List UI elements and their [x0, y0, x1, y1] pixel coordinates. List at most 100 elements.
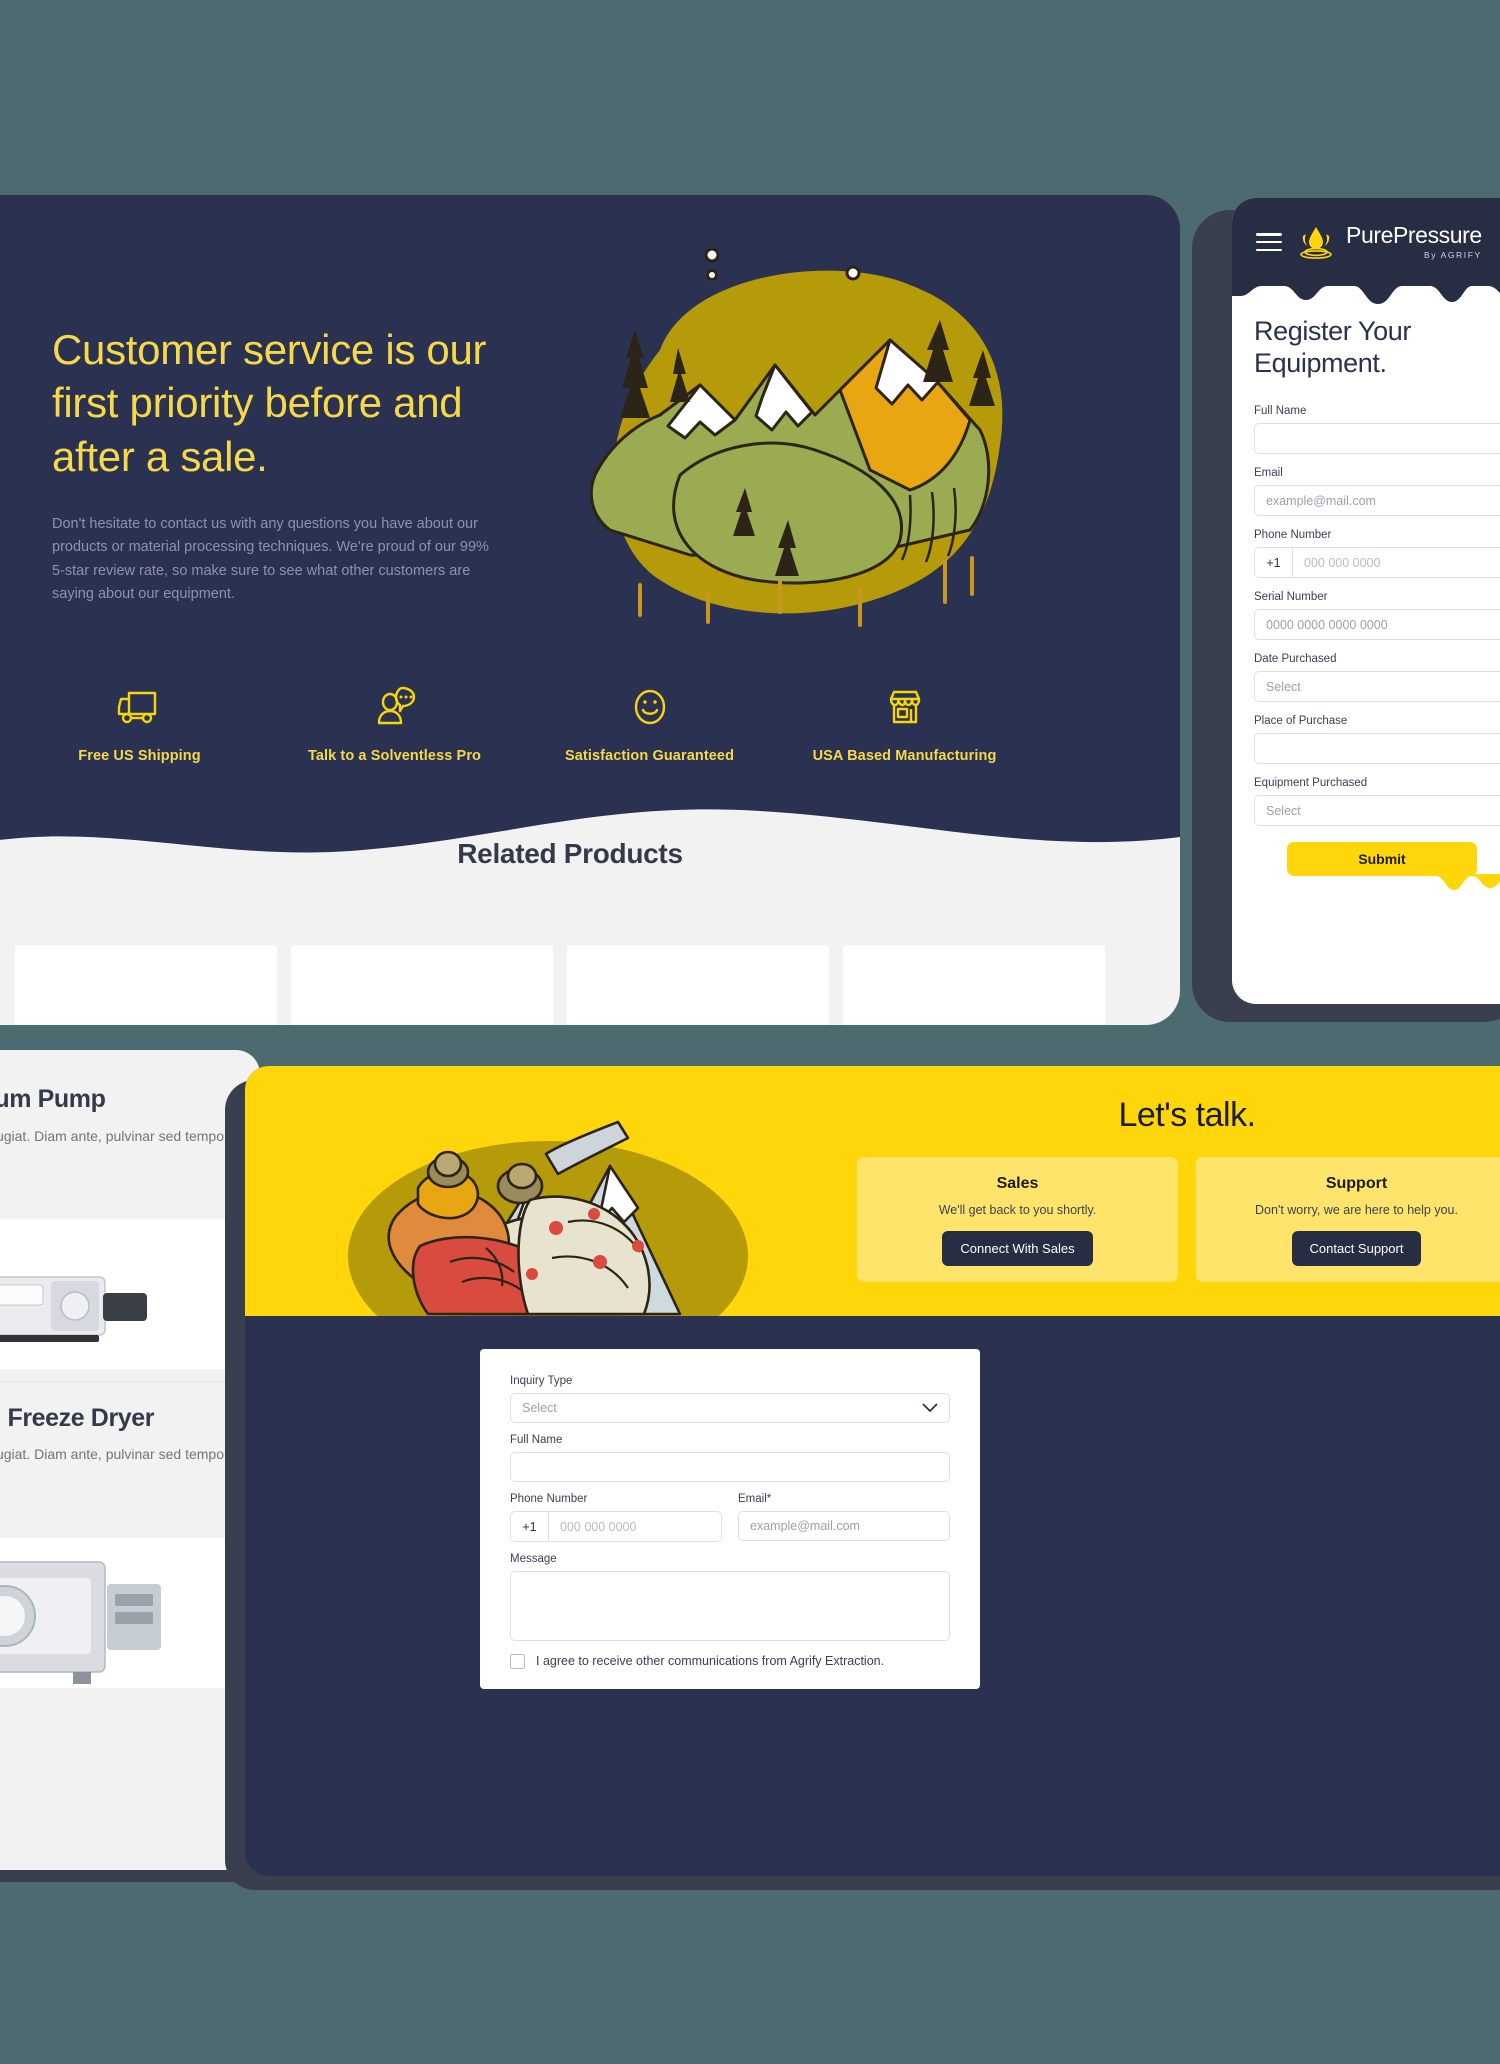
related-products-heading: Related Products — [457, 838, 683, 869]
delivery-truck-icon — [117, 691, 156, 724]
hash-freeze-dryer-photo — [0, 1537, 232, 1688]
feature-free-us-shipping: Free US Shipping — [12, 685, 267, 764]
product-card-stub[interactable] — [291, 945, 553, 1025]
field-label: Equipment Purchased — [1254, 777, 1368, 790]
product-description: Sit quam at elit tempus feugiat. Diam an… — [0, 1127, 229, 1144]
drip-divider — [1232, 282, 1500, 304]
feature-talk-to-pro: Talk to a Solventless Pro — [267, 685, 522, 764]
equipment-purchased-select[interactable]: Select — [1254, 795, 1500, 827]
product-title: Leybold Vacuum Pump — [0, 1085, 106, 1113]
contact-form-card: Inquiry Type Select Full Name Phone Numb… — [480, 1349, 980, 1690]
field-date-purchased: Date Purchased Select — [1254, 653, 1500, 703]
field-full-name: Full Name — [510, 1434, 950, 1482]
screenshot-stage: Customer service is our first priority b… — [0, 0, 1500, 2064]
field-label: Phone Number — [510, 1493, 588, 1505]
product-title: Portable Hash Freeze Dryer — [0, 1403, 155, 1432]
field-label: Date Purchased — [1254, 653, 1337, 666]
field-label: Inquiry Type — [510, 1375, 573, 1387]
full-name-input[interactable] — [510, 1452, 950, 1482]
field-label: Full Name — [1254, 405, 1307, 418]
brand-name: PurePressure — [1346, 222, 1482, 249]
field-serial-number: Serial Number 0000 0000 0000 0000 — [1254, 591, 1500, 641]
field-equipment-purchased: Equipment Purchased Select — [1254, 777, 1500, 827]
field-phone-number: Phone Number +1 000 000 0000 — [1254, 529, 1500, 579]
card-title: Sales — [996, 1175, 1039, 1192]
product-card-stub[interactable] — [567, 945, 829, 1025]
brand-tagline: By AGRIFY — [1423, 250, 1482, 261]
feature-row: Free US Shipping Talk to a Solventless P… — [12, 685, 1032, 764]
contact-card-support: Support Don't worry, we are here to help… — [1196, 1157, 1500, 1282]
contact-support-button[interactable]: Contact Support — [1291, 1231, 1422, 1266]
input-value: example@mail.com — [750, 1519, 860, 1533]
phone-number-input[interactable]: 000 000 0000 — [1292, 547, 1500, 579]
field-label: Place of Purchase — [1254, 715, 1348, 728]
field-label: Message — [510, 1553, 557, 1565]
date-purchased-select[interactable]: Select — [1254, 671, 1500, 703]
product-card[interactable]: Leybold Vacuum Pump Sit quam at elit tem… — [0, 1085, 232, 1369]
consent-row: I agree to receive other communications … — [510, 1653, 950, 1669]
place-of-purchase-input[interactable] — [1254, 733, 1500, 765]
device-header: PurePressure By AGRIFY — [1232, 198, 1500, 304]
feature-label: Satisfaction Guaranteed — [564, 748, 735, 764]
field-email: Email example@mail.com — [1254, 467, 1500, 517]
email-input[interactable]: example@mail.com — [1254, 485, 1500, 517]
lets-talk-heading: Let's talk. — [1118, 1096, 1256, 1134]
hamburger-menu-icon[interactable] — [1256, 233, 1282, 251]
register-form: Register Your Equipment. Full Name Email… — [1232, 286, 1500, 891]
product-card-stub[interactable] — [843, 945, 1105, 1025]
product-cards-panel: Leybold Vacuum Pump Sit quam at elit tem… — [0, 1050, 260, 1870]
field-label: Email — [1254, 467, 1283, 480]
product-card[interactable]: Portable Hash Freeze Dryer Sit quam at e… — [0, 1404, 232, 1688]
connect-with-sales-button[interactable]: Connect With Sales — [942, 1231, 1093, 1266]
consent-checkbox[interactable] — [510, 1654, 525, 1669]
purepressure-rosin-drop-logo — [1300, 227, 1332, 259]
lets-talk-hero: Let's talk. Sales We'll get back to you … — [245, 1066, 1500, 1316]
inquiry-type-select[interactable]: Select — [510, 1393, 950, 1423]
country-code-select[interactable]: +1 — [1254, 547, 1292, 579]
person-chat-bubble-icon — [377, 686, 415, 725]
full-name-input[interactable] — [1254, 423, 1500, 455]
field-full-name: Full Name — [1254, 405, 1500, 455]
field-place-of-purchase: Place of Purchase — [1254, 715, 1500, 765]
feature-label: Free US Shipping — [78, 748, 201, 764]
feature-label: USA Based Manufacturing — [812, 748, 997, 764]
register-heading: Register Your Equipment. — [1254, 316, 1411, 378]
field-label: Full Name — [510, 1434, 563, 1446]
select-value: Select — [522, 1401, 557, 1415]
contact-card-sales: Sales We'll get back to you shortly. Con… — [857, 1157, 1178, 1282]
storefront-icon — [889, 690, 920, 724]
smiley-face-icon — [634, 689, 665, 725]
product-description: Sit quam at elit tempus feugiat. Diam an… — [0, 1446, 229, 1463]
snowboarder-mountain-drip-illustration — [348, 1120, 748, 1316]
mountain-range-drip-illustration — [540, 230, 1040, 660]
submit-button[interactable]: Submit — [1287, 842, 1477, 877]
feature-satisfaction-guaranteed: Satisfaction Guaranteed — [522, 685, 777, 764]
feature-usa-manufacturing: USA Based Manufacturing — [777, 685, 1032, 764]
card-description: Don't worry, we are here to help you. — [1255, 1203, 1458, 1217]
email-input[interactable]: example@mail.com — [738, 1511, 950, 1541]
feature-label: Talk to a Solventless Pro — [307, 748, 482, 764]
drip-accent — [1426, 874, 1500, 891]
register-equipment-device: PurePressure By AGRIFY Register Your Equ… — [1232, 198, 1500, 1004]
field-phone-number: Phone Number +1 000 000 0000 — [510, 1493, 722, 1542]
field-label: Email* — [738, 1493, 772, 1505]
lets-talk-content: Let's talk. Sales We'll get back to you … — [857, 1096, 1500, 1282]
card-description: We'll get back to you shortly. — [938, 1203, 1097, 1217]
field-label: Phone Number — [1254, 529, 1332, 542]
field-inquiry-type: Inquiry Type Select — [510, 1375, 950, 1423]
related-products-row — [15, 945, 1105, 1025]
product-card-stub[interactable] — [15, 945, 277, 1025]
message-textarea[interactable] — [510, 1571, 950, 1641]
phone-number-input[interactable]: 000 000 0000 — [548, 1511, 722, 1542]
country-code-select[interactable]: +1 — [510, 1511, 548, 1542]
chevron-down-icon — [922, 1403, 938, 1413]
card-title: Support — [1325, 1175, 1388, 1192]
lets-talk-panel: Let's talk. Sales We'll get back to you … — [245, 1066, 1500, 1876]
card-divider — [0, 1380, 232, 1382]
serial-number-input[interactable]: 0000 0000 0000 0000 — [1254, 609, 1500, 641]
page-title: Customer service is our first priority b… — [52, 326, 487, 480]
field-message: Message — [510, 1553, 950, 1641]
field-label: Serial Number — [1254, 591, 1328, 604]
field-email: Email* example@mail.com — [738, 1493, 950, 1542]
hero-panel: Customer service is our first priority b… — [0, 195, 1180, 1025]
